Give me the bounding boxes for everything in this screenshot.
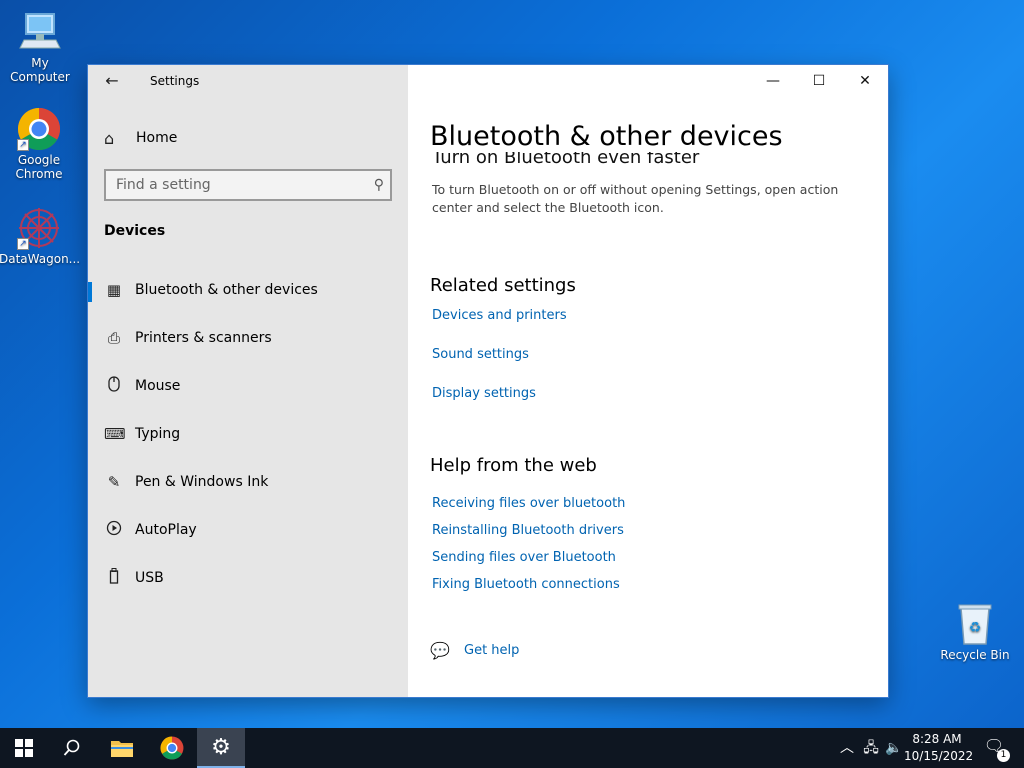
desktop-icon-label: My Computer <box>10 56 70 84</box>
search-button[interactable] <box>48 728 96 768</box>
home-icon: ⌂ <box>104 128 115 148</box>
desktop-icon-my-computer[interactable]: My Computer <box>0 10 80 84</box>
mouse-icon <box>104 376 124 396</box>
network-icon: 🖧 <box>863 740 879 756</box>
nav-item-printers[interactable]: ⎙ Printers & scanners <box>88 318 408 358</box>
nav-item-label: Pen & Windows Ink <box>135 474 269 490</box>
desktop-icon-label: Recycle Bin <box>940 648 1010 662</box>
shortcut-arrow-icon: ↗ <box>17 238 29 250</box>
get-help-label: Get help <box>464 643 520 658</box>
clock-date: 10/15/2022 <box>904 749 974 763</box>
nav-item-pen[interactable]: ✎ Pen & Windows Ink <box>88 462 408 502</box>
windows-logo-icon <box>15 739 33 757</box>
nav-item-label: Mouse <box>135 378 181 394</box>
settings-content: — ☐ ✕ Bluetooth & other devices Turn on … <box>408 65 888 697</box>
file-explorer-button[interactable] <box>98 728 146 768</box>
nav-item-label: Printers & scanners <box>135 330 272 346</box>
nav-item-autoplay[interactable]: AutoPlay <box>88 510 408 550</box>
maximize-icon: ☐ <box>812 73 826 89</box>
desktop-icon-datawagon[interactable]: ↗ DataWagon... <box>0 206 81 266</box>
nav-item-label: Bluetooth & other devices <box>135 282 318 298</box>
search-input[interactable] <box>106 171 356 199</box>
taskbar: ⚙ ︿ 🖧 🔈 8:28 AM 10/15/2022 🗨 1 <box>0 728 1024 768</box>
search-icon[interactable]: ⚲ <box>374 177 384 193</box>
search-box: ⚲ <box>104 169 392 201</box>
desktop-icon-label: DataWagon... <box>0 252 81 266</box>
section-heading: Devices <box>104 223 166 239</box>
desktop-icon-label: Google Chrome <box>15 153 63 181</box>
minimize-button[interactable]: — <box>750 65 796 97</box>
link-display-settings[interactable]: Display settings <box>432 386 536 401</box>
nav-item-bluetooth[interactable]: ▦ Bluetooth & other devices <box>88 270 408 310</box>
nav-item-mouse[interactable]: Mouse <box>88 366 408 406</box>
home-link[interactable]: ⌂ Home <box>104 127 177 149</box>
help-from-web-heading: Help from the web <box>430 455 597 476</box>
show-hidden-icons-button[interactable]: ︿ <box>838 728 856 768</box>
folder-icon <box>111 741 133 757</box>
nav-item-usb[interactable]: USB <box>88 558 408 598</box>
desktop-icon-google-chrome[interactable]: ↗ Google Chrome <box>0 107 79 181</box>
notification-badge: 1 <box>997 749 1010 762</box>
desktop-icon-recycle-bin[interactable]: ♻ Recycle Bin <box>935 602 1015 662</box>
maximize-button[interactable]: ☐ <box>796 65 842 97</box>
window-title: Settings <box>150 74 200 88</box>
home-label: Home <box>136 130 178 146</box>
chevron-up-icon: ︿ <box>840 740 854 756</box>
printer-icon: ⎙ <box>107 329 120 347</box>
nav-item-label: AutoPlay <box>135 522 197 538</box>
svg-text:♻: ♻ <box>969 620 982 636</box>
link-reinstalling-drivers[interactable]: Reinstalling Bluetooth drivers <box>432 523 624 538</box>
chat-help-icon: 💬 <box>430 641 450 660</box>
datawagon-icon: ↗ <box>17 206 61 250</box>
link-fixing-connections[interactable]: Fixing Bluetooth connections <box>432 577 620 592</box>
link-devices-and-printers[interactable]: Devices and printers <box>432 308 567 323</box>
settings-sidebar: ← Settings ⌂ Home ⚲ Devices ▦ Bluetooth … <box>88 65 408 697</box>
chrome-taskbar-button[interactable] <box>148 728 196 768</box>
volume-button[interactable]: 🔈 <box>884 728 904 768</box>
quick-toggle-description: To turn Bluetooth on or off without open… <box>432 182 839 215</box>
chrome-icon: ↗ <box>17 107 61 151</box>
chrome-icon <box>160 736 184 760</box>
link-sending-files[interactable]: Sending files over Bluetooth <box>432 550 616 565</box>
search-icon <box>63 739 80 756</box>
get-help-link[interactable]: 💬 Get help <box>430 641 519 660</box>
close-icon: ✕ <box>859 73 871 89</box>
start-button[interactable] <box>0 728 48 768</box>
settings-window: ← Settings ⌂ Home ⚲ Devices ▦ Bluetooth … <box>88 65 888 697</box>
clock[interactable]: 8:28 AM 10/15/2022 <box>904 731 974 765</box>
computer-icon <box>18 10 62 54</box>
link-receiving-files[interactable]: Receiving files over bluetooth <box>432 496 625 511</box>
nav-item-label: USB <box>135 570 164 586</box>
network-button[interactable]: 🖧 <box>860 728 882 768</box>
action-center-button[interactable]: 🗨 1 <box>982 736 1010 762</box>
keyboard-icon: ⌨ <box>104 425 126 443</box>
close-button[interactable]: ✕ <box>842 65 888 97</box>
shortcut-arrow-icon: ↗ <box>17 139 29 151</box>
usb-icon <box>104 568 124 588</box>
clock-time: 8:28 AM <box>912 732 962 746</box>
related-settings-heading: Related settings <box>430 275 576 296</box>
autoplay-icon <box>104 520 124 540</box>
nav-item-typing[interactable]: ⌨ Typing <box>88 414 408 454</box>
link-sound-settings[interactable]: Sound settings <box>432 347 529 362</box>
gear-icon: ⚙ <box>211 734 231 760</box>
volume-icon: 🔈 <box>885 740 903 756</box>
bluetooth-devices-icon: ▦ <box>106 281 122 299</box>
recycle-bin-icon: ♻ <box>953 602 997 646</box>
back-arrow-icon[interactable]: ← <box>100 71 124 91</box>
nav-item-label: Typing <box>135 426 181 442</box>
page-title: Bluetooth & other devices <box>430 121 791 152</box>
minimize-icon: — <box>766 73 780 89</box>
settings-taskbar-button[interactable]: ⚙ <box>197 728 245 768</box>
pen-icon: ✎ <box>107 473 121 491</box>
